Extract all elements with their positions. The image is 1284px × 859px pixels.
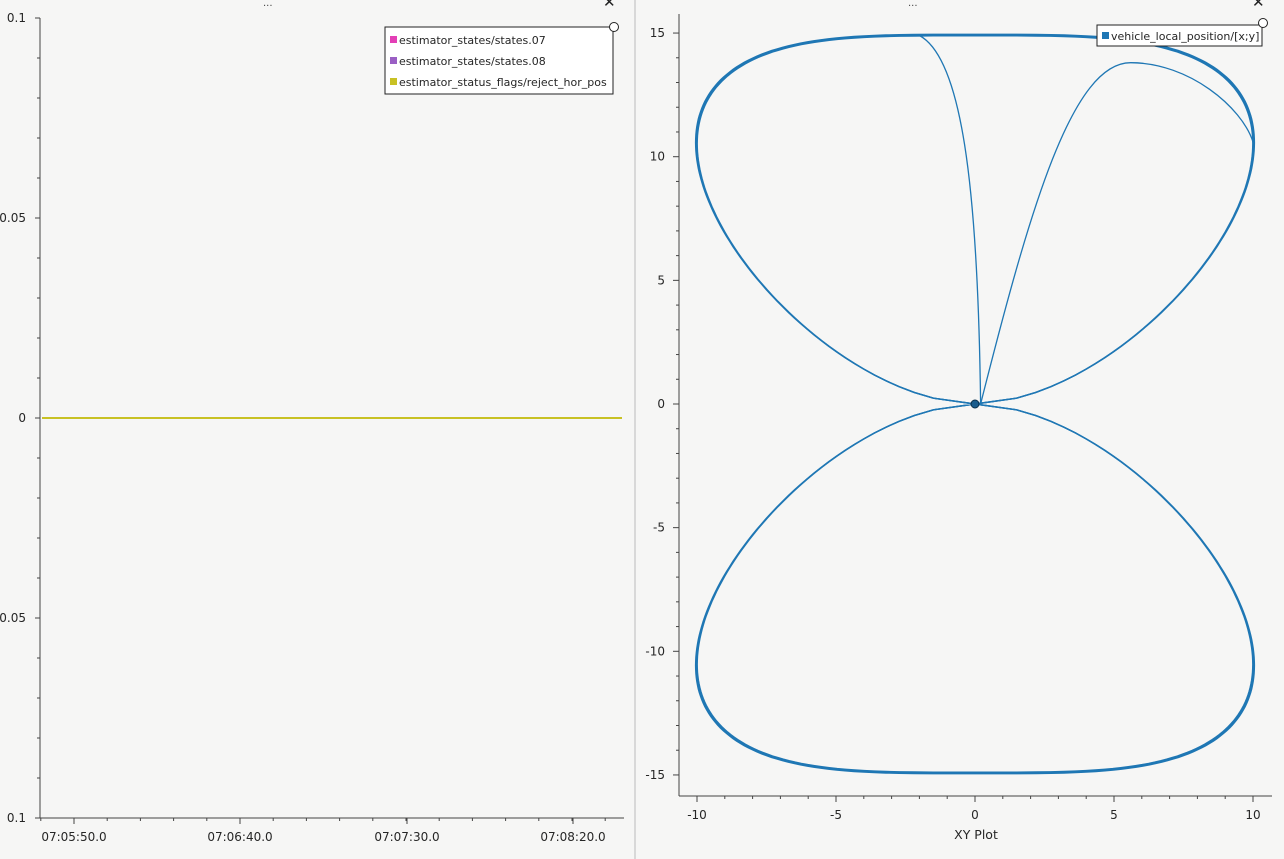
x-tick-label: 07:05:50.0 <box>41 830 106 844</box>
y-tick-label: -5 <box>653 521 665 535</box>
y-tick-label: 0.1 <box>7 811 26 825</box>
y-axis-ticks: 0.1 0.05 0 0.05 0.1 <box>0 11 40 825</box>
y-tick-label: -15 <box>645 768 665 782</box>
legend-swatch-reject-hor-pos <box>390 78 397 85</box>
legend-swatch-vehicle-local-position <box>1102 32 1109 39</box>
x-tick-label: 07:07:30.0 <box>374 830 439 844</box>
return-excursion <box>979 62 1254 405</box>
legend-resize-handle[interactable] <box>1258 18 1268 28</box>
panel-drag-handle[interactable]: ... <box>263 0 273 9</box>
current-position-marker <box>970 399 980 409</box>
x-tick-label: -5 <box>830 808 842 822</box>
x-axis-ticks: -10 -5 0 5 10 <box>687 796 1261 822</box>
timeseries-plot-panel[interactable]: ... ✕ 0.1 0.05 0 0.05 0.1 07:05:50.0 07:06:40… <box>0 0 634 859</box>
y-tick-label: 15 <box>650 26 665 40</box>
timeseries-chart[interactable]: ... ✕ 0.1 0.05 0 0.05 0.1 07:05:50.0 07:06:40… <box>0 0 634 859</box>
y-axis-ticks: 15 10 5 0 -5 -10 -15 <box>645 26 679 782</box>
legend[interactable]: vehicle_local_position/[x;y] <box>1096 18 1268 47</box>
y-tick-label: 5 <box>657 273 665 287</box>
legend-entry[interactable]: estimator_status_flags/reject_hor_pos <box>399 76 607 89</box>
x-tick-label: 07:08:20.0 <box>540 830 605 844</box>
y-tick-label: 0.05 <box>0 211 26 225</box>
trajectory <box>694 33 1256 775</box>
x-tick-label: 10 <box>1245 808 1260 822</box>
y-tick-label: 10 <box>650 150 665 164</box>
x-tick-label: 07:06:40.0 <box>207 830 272 844</box>
y-tick-label: 0.1 <box>7 11 26 25</box>
x-tick-label: 0 <box>971 808 979 822</box>
legend-entry[interactable]: vehicle_local_position/[x;y] <box>1111 30 1259 43</box>
legend-swatch-states-08 <box>390 57 397 64</box>
plotjuggler-workspace: ... ✕ 0.1 0.05 0 0.05 0.1 07:05:50.0 07:06:40… <box>0 0 1284 859</box>
takeoff-excursion <box>919 34 982 405</box>
legend-entry[interactable]: estimator_states/states.08 <box>399 55 546 68</box>
legend-resize-handle[interactable] <box>609 22 619 32</box>
xy-plot-panel[interactable]: ... ✕ 15 10 5 0 -5 -10 -15 -10 -5 0 5 10 XY Plot v… <box>636 0 1284 859</box>
close-icon[interactable]: ✕ <box>1252 0 1265 11</box>
close-icon[interactable]: ✕ <box>603 0 616 11</box>
legend-swatch-states-07 <box>390 36 397 43</box>
x-axis-title: XY Plot <box>954 827 998 842</box>
panel-drag-handle[interactable]: ... <box>908 0 918 9</box>
x-tick-label: -10 <box>687 808 707 822</box>
y-tick-label: 0.05 <box>0 611 26 625</box>
xy-chart[interactable]: ... ✕ 15 10 5 0 -5 -10 -15 -10 -5 0 5 10 XY Plot v… <box>636 0 1284 859</box>
y-tick-label: 0 <box>657 397 665 411</box>
x-tick-label: 5 <box>1110 808 1118 822</box>
y-tick-label: 0 <box>18 411 26 425</box>
x-axis-ticks: 07:05:50.0 07:06:40.0 07:07:30.0 07:08:20.0 <box>40 818 606 844</box>
y-tick-label: -10 <box>645 644 665 658</box>
legend[interactable]: estimator_states/states.07 estimator_sta… <box>384 22 619 95</box>
legend-entry[interactable]: estimator_states/states.07 <box>399 34 546 47</box>
